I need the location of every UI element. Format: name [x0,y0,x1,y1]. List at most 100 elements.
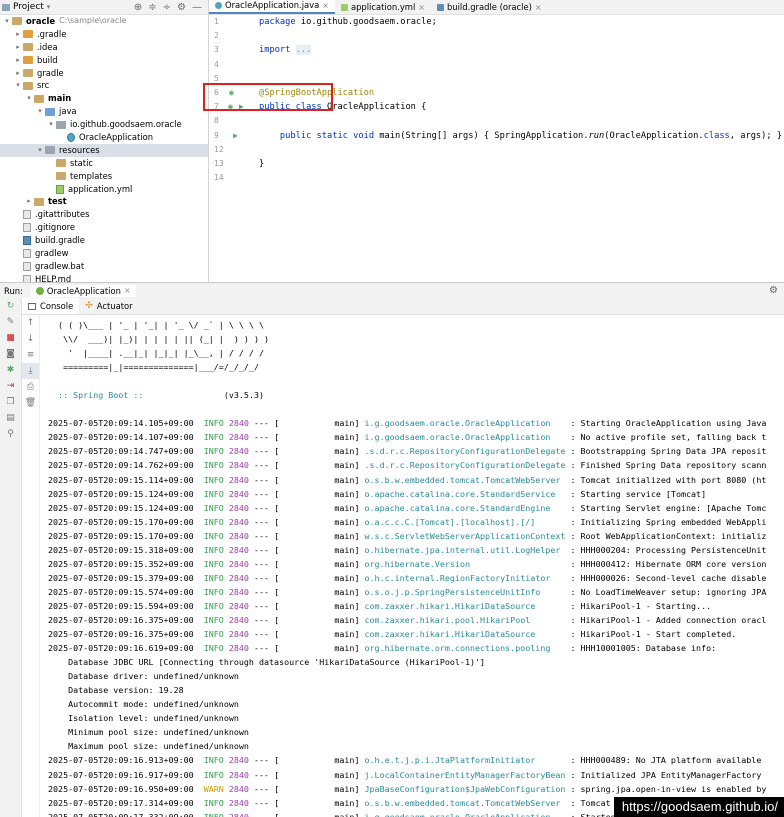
console-tabs: Console ✣ Actuator [22,298,784,315]
yaml-file-icon [56,184,64,194]
tree-item[interactable]: ▸ .gradle [0,28,208,41]
log-timestamp: 2025-07-05T20:09:15.379+09:00 [48,572,194,583]
run-icon[interactable]: ▶ [233,129,238,143]
tree-item[interactable]: ▸ build [0,54,208,67]
chevron-right-icon[interactable]: ▸ [13,28,23,41]
tree-item[interactable]: ▸ .idea [0,41,208,54]
tree-item[interactable]: gradlew.bat [0,260,208,273]
tree-item[interactable]: ▸ gradle [0,67,208,80]
soft-wrap-icon[interactable]: ≡ [22,347,39,363]
close-icon[interactable]: × [124,285,131,297]
tree-item[interactable]: .gitignore [0,221,208,234]
bug-icon[interactable]: ✱ [0,362,21,378]
tree-item[interactable]: templates [0,170,208,183]
stop-icon[interactable]: ■ [0,330,21,346]
tree-item[interactable]: ▾ java [0,105,208,118]
tab-console[interactable]: Console [22,298,80,314]
log-line: 2025-07-05T20:09:16.913+09:00 INFO 2840 … [48,755,762,766]
collapse-all-icon[interactable]: ≑ [148,2,156,13]
log-pid: 2840 [228,418,249,429]
scroll-to-end-icon[interactable]: ⤓ [22,363,39,379]
up-arrow-icon[interactable]: ↑ [22,315,39,331]
chevron-right-icon[interactable]: ▸ [24,195,34,208]
log-thread: main [279,544,355,555]
folder-icon [23,69,33,77]
log-logger: w.s.c.ServletWebServerApplicationContext [364,530,566,541]
chevron-down-icon[interactable]: ▾ [2,15,12,28]
tree-item[interactable]: ▾ resources [0,143,208,157]
layout-icon[interactable]: ▤ [0,410,21,426]
log-line: 2025-07-05T20:09:14.762+09:00 INFO 2840 … [48,460,767,471]
project-header: Project ▾ ⊕ ≑ ÷ ⚙ — [0,0,208,15]
log-level: INFO [203,586,224,597]
exit-icon[interactable]: ⇥ [0,378,21,394]
console-line: Database version: 19.28 [48,685,184,696]
locate-icon[interactable]: ⊕ [134,2,142,13]
editor-tab[interactable]: OracleApplication.java × [209,0,335,14]
file-icon [23,248,31,258]
camera-icon[interactable]: ◙ [0,346,21,362]
close-icon[interactable]: × [322,0,329,12]
tree-item[interactable]: OracleApplication [0,131,208,144]
log-line: 2025-07-05T20:09:16.619+09:00 INFO 2840 … [48,643,717,654]
console-line: Maximum pool size: undefined/unknown [48,741,249,752]
tree-item[interactable]: HELP.md [0,273,208,282]
project-tree: ▾ oracle C:\sample\oracle ▸ .gradle ▸ .idea ▸ bu… [0,15,208,282]
log-level: INFO [203,797,224,808]
log-message: No LoadTimeWeaver setup: ignoring JPA [580,586,767,597]
folder-icon [45,146,55,155]
console-line: =========|_|==============|___/=/_/_/_/ [48,362,259,373]
tree-item[interactable]: ▾ io.github.goodsaem.oracle [0,118,208,131]
print-icon[interactable]: ⎙ [22,379,39,395]
console-line: \\/ ___)| |_)| | | | | || (_| | ) ) ) ) [48,334,270,345]
down-arrow-icon[interactable]: ↓ [22,331,39,347]
tree-item[interactable]: ▸ test [0,195,208,208]
gear-icon[interactable]: ⚙ [177,2,186,13]
close-icon[interactable]: × [418,1,425,14]
tree-item[interactable]: static [0,157,208,170]
editor-tab[interactable]: build.gradle (oracle) × [431,1,548,14]
tree-item[interactable]: .gitattributes [0,208,208,221]
file-icon [23,274,31,282]
expand-icon[interactable]: ÷ [163,2,171,13]
chevron-down-icon[interactable]: ▾ [13,79,23,92]
chevron-right-icon[interactable]: ▸ [13,67,23,80]
log-thread: main [279,600,355,611]
chevron-right-icon[interactable]: ▸ [13,41,23,54]
log-logger: .s.d.r.c.RepositoryConfigurationDelegate [364,446,566,457]
tree-item[interactable]: ▾ src [0,79,208,92]
run-tab[interactable]: OracleApplication × [30,284,136,297]
gear-icon[interactable]: ⚙ [769,285,778,296]
restore-icon[interactable]: ❐ [0,394,21,410]
minimize-icon[interactable]: — [192,2,202,13]
gradle-file-icon [23,236,31,246]
tree-item[interactable]: ▾ oracle C:\sample\oracle [0,15,208,28]
tree-item-label: io.github.goodsaem.oracle [70,119,182,130]
code-area[interactable]: package io.github.goodsaem.oracle; import… [259,15,784,282]
tab-actuator[interactable]: ✣ Actuator [79,298,138,314]
project-view-dropdown[interactable]: Project ▾ [2,2,50,12]
tree-item[interactable]: build.gradle [0,234,208,247]
tree-item[interactable]: application.yml [0,183,208,196]
chevron-down-icon[interactable]: ▾ [24,92,34,105]
editor-tab[interactable]: application.yml × [335,1,431,14]
chevron-down-icon[interactable]: ▾ [35,144,45,157]
trash-icon[interactable]: 🗑 [22,395,39,411]
chevron-down-icon[interactable]: ▾ [35,105,45,118]
tree-item[interactable]: ▾ main [0,92,208,105]
wrench-icon[interactable]: ✎ [0,314,21,330]
close-icon[interactable]: × [535,1,542,14]
log-message: spring.jpa.open-in-view is enabled by [580,783,767,794]
log-pid: 2840 [228,488,249,499]
tree-item[interactable]: gradlew [0,247,208,260]
yaml-file-icon [340,4,348,11]
line-number: 8 [214,116,219,126]
chevron-down-icon[interactable]: ▾ [46,118,56,131]
rerun-icon[interactable]: ↻ [0,298,21,314]
log-level: INFO [203,558,224,569]
console-output[interactable]: ( ( )\___ | '_ | '_| | '_ \/ _` | \ \ \ … [48,318,784,817]
pin-icon[interactable]: ⚲ [0,426,21,442]
project-panel: Project ▾ ⊕ ≑ ÷ ⚙ — ▾ oracle C:\sample\ora… [0,0,209,282]
chevron-right-icon[interactable]: ▸ [13,54,23,67]
